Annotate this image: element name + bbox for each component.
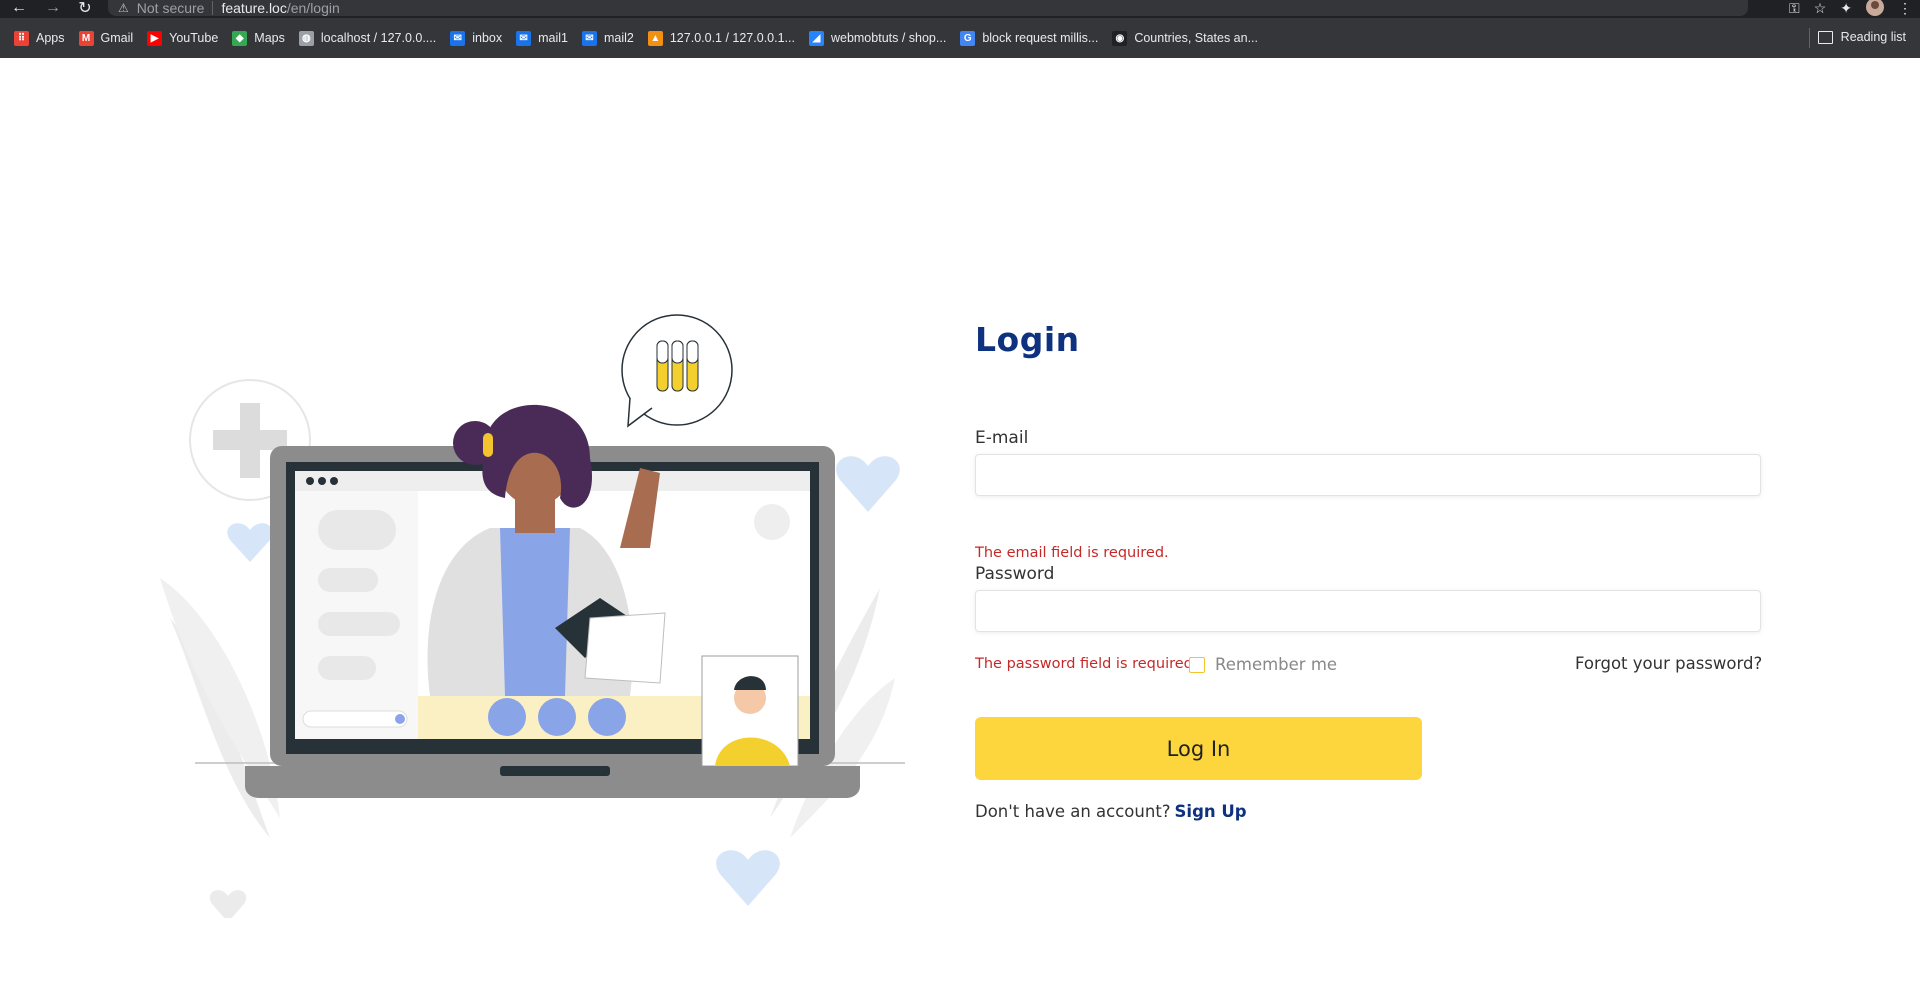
- gmail-icon: M: [78, 30, 94, 46]
- bookmark-label: inbox: [472, 31, 503, 45]
- bookmark-label: 127.0.0.1 / 127.0.0.1...: [669, 31, 795, 45]
- address-bar[interactable]: ⚠ Not secure feature.loc/en/login: [108, 0, 1748, 16]
- login-page: Login E-mail The email field is required…: [0, 58, 1920, 990]
- maps-icon: ◆: [232, 30, 248, 46]
- star-icon[interactable]: ☆: [1814, 0, 1827, 17]
- url-path: /en/login: [286, 0, 340, 16]
- browser-toolbar: ← → ↻ ⚠ Not secure feature.loc/en/login …: [0, 0, 1920, 18]
- signup-prompt-text: Don't have an account?: [975, 802, 1171, 821]
- youtube-icon: ▶: [147, 30, 163, 46]
- url-host: feature.loc: [221, 0, 287, 16]
- omnibox-divider: [212, 1, 214, 15]
- reading-list-icon: [1817, 30, 1833, 44]
- bookmark-item[interactable]: ▲ 127.0.0.1 / 127.0.0.1...: [647, 30, 795, 46]
- reading-list-button[interactable]: Reading list: [1817, 30, 1906, 44]
- bookmark-item[interactable]: ◢ webmobtuts / shop...: [808, 30, 947, 46]
- bookmark-item[interactable]: ▶ YouTube: [147, 30, 219, 46]
- bookmark-label: Apps: [36, 31, 65, 45]
- bookmark-label: Countries, States an...: [1134, 31, 1259, 45]
- globe-icon: ◍: [298, 30, 314, 46]
- password-label: Password: [975, 564, 1055, 584]
- signup-prompt-line: Don't have an account? Sign Up: [975, 802, 1247, 821]
- remember-me-label: Remember me: [1215, 655, 1338, 674]
- bookmark-item[interactable]: M Gmail: [78, 30, 134, 46]
- forgot-password-link[interactable]: Forgot your password?: [1575, 654, 1762, 673]
- profile-avatar[interactable]: [1866, 0, 1884, 16]
- bookmark-item[interactable]: ⠿ Apps: [14, 30, 65, 46]
- password-error-message: The password field is required.: [975, 656, 1198, 672]
- phpmyadmin-icon: ▲: [647, 30, 663, 46]
- bookmarks-divider: [1809, 28, 1810, 48]
- bookmark-item[interactable]: ◉ Countries, States an...: [1112, 30, 1259, 46]
- bitbucket-icon: ◢: [808, 30, 824, 46]
- apps-grid-icon: ⠿: [14, 30, 29, 46]
- google-icon: G: [960, 30, 976, 46]
- back-arrow-icon[interactable]: ←: [8, 0, 30, 16]
- warning-triangle-icon: ⚠: [118, 1, 129, 15]
- bookmarks-bar: ⠿ Apps M Gmail ▶ YouTube ◆ Maps ◍ localhost / 127…: [0, 18, 1920, 58]
- bookmark-label: YouTube: [169, 31, 219, 45]
- reading-list-label: Reading list: [1840, 30, 1906, 44]
- key-icon[interactable]: ⚿: [1789, 0, 1800, 17]
- bookmark-item[interactable]: ✉ inbox: [450, 30, 503, 46]
- bookmark-item[interactable]: ✉ mail2: [581, 30, 634, 46]
- telemedicine-illustration: [160, 314, 905, 918]
- remember-me-checkbox[interactable]: [1189, 656, 1205, 673]
- security-status: Not secure: [136, 0, 205, 16]
- bookmark-item[interactable]: Gblock request millis...: [960, 30, 1099, 46]
- mail-icon: ✉: [450, 30, 466, 46]
- bookmark-item[interactable]: ✉ mail1: [516, 30, 568, 46]
- signup-link[interactable]: Sign Up: [1175, 802, 1247, 821]
- email-field[interactable]: [975, 454, 1761, 496]
- bookmark-label: block request millis...: [982, 31, 1099, 45]
- bookmark-label: Maps: [254, 31, 285, 45]
- login-button[interactable]: Log In: [975, 717, 1422, 780]
- mail-icon: ✉: [581, 30, 597, 46]
- email-label: E-mail: [975, 428, 1029, 448]
- bookmark-label: webmobtuts / shop...: [830, 31, 947, 45]
- mail-icon: ✉: [516, 30, 532, 46]
- bookmark-item[interactable]: ◍ localhost / 127.0.0....: [298, 30, 437, 46]
- bookmark-label: Gmail: [100, 31, 134, 45]
- bookmark-label: localhost / 127.0.0....: [320, 31, 437, 45]
- extensions-puzzle-icon[interactable]: ✦: [1840, 0, 1852, 17]
- bookmark-label: mail1: [538, 31, 568, 45]
- reload-icon[interactable]: ↻: [74, 0, 96, 17]
- toolbar-actions: ⚿ ☆ ✦ ⋮: [1789, 0, 1912, 16]
- more-menu-icon[interactable]: ⋮: [1898, 0, 1912, 17]
- password-field[interactable]: [975, 590, 1761, 632]
- forward-arrow-icon[interactable]: →: [42, 0, 64, 16]
- bookmark-item[interactable]: ◆ Maps: [232, 30, 285, 46]
- bookmark-label: mail2: [603, 31, 634, 45]
- email-error-message: The email field is required.: [975, 545, 1169, 561]
- remember-me[interactable]: Remember me: [1189, 655, 1337, 674]
- site-icon: ◉: [1112, 30, 1128, 46]
- page-title: Login: [975, 320, 1080, 359]
